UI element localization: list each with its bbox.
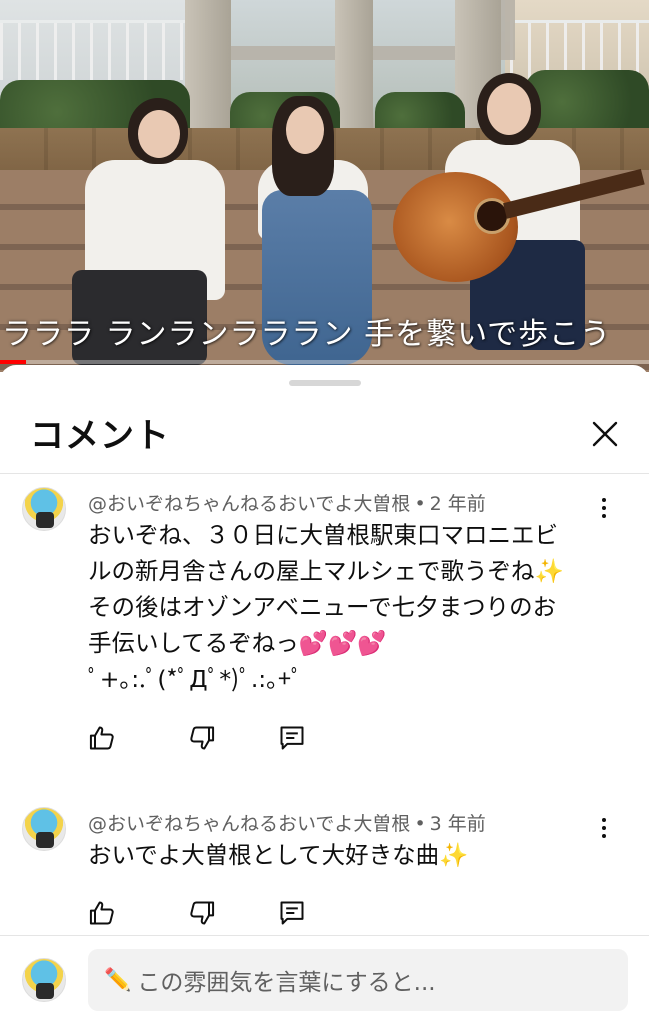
avatar[interactable] [22, 807, 66, 851]
close-icon [592, 421, 618, 447]
comment-author[interactable]: @おいぞねちゃんねるおいでよ大曽根 [88, 813, 410, 835]
thumbs-up-icon [89, 726, 114, 750]
railing [0, 20, 185, 80]
pillar [335, 0, 373, 130]
comment-input-placeholder: この雰囲気を言葉にすると... [137, 970, 436, 996]
lyrics-caption: ラララ ランランラララン 手を繋いで歩こう [2, 317, 612, 352]
reply-button[interactable] [278, 724, 306, 752]
comment-time: 3 年前 [429, 813, 486, 835]
dislike-button[interactable] [188, 724, 216, 752]
close-button[interactable] [584, 413, 626, 455]
comment-line: その後はオゾンアベニューで七夕まつりのお [88, 593, 557, 621]
video-player[interactable]: ラララ ランランラララン 手を繋いで歩こう [0, 0, 649, 372]
progress-bar-fill [0, 360, 26, 364]
comment-input[interactable]: ✏️ この雰囲気を言葉にすると... [88, 949, 628, 1011]
comment-actions [88, 899, 318, 929]
dislike-button[interactable] [188, 899, 216, 927]
avatar[interactable] [22, 487, 66, 531]
comment-time: 2 年前 [429, 493, 486, 515]
thumbs-down-icon [190, 726, 215, 750]
comment-text: おいぞね、３０日に大曽根駅東口マロニエビ ルの新月舎さんの屋上マルシェで歌うぞね… [88, 517, 598, 697]
reply-icon [280, 901, 304, 925]
thumbs-up-icon [89, 901, 114, 925]
drag-handle[interactable] [289, 380, 361, 386]
divider [0, 473, 649, 474]
my-avatar [22, 958, 66, 1002]
comment-line: 手伝いしてるぞねっ💕💕💕 [88, 629, 387, 657]
comment-item: @おいぞねちゃんねるおいでよ大曽根 • 3 年前 おいでよ大曽根として大好きな曲✨ [0, 803, 649, 933]
comment-line: おいぞね、３０日に大曽根駅東口マロニエビ [88, 521, 558, 549]
reply-icon [280, 726, 304, 750]
pencil-icon: ✏️ [104, 967, 132, 993]
pillar [185, 0, 231, 140]
comment-meta: @おいぞねちゃんねるおいでよ大曽根 • 2 年前 [88, 493, 486, 515]
comment-meta: @おいぞねちゃんねるおいでよ大曽根 • 3 年前 [88, 813, 486, 835]
like-button[interactable] [88, 899, 116, 927]
comment-actions [88, 724, 318, 754]
comment-author[interactable]: @おいぞねちゃんねるおいでよ大曽根 [88, 493, 410, 515]
comment-line: おいでよ大曽根として大好きな曲✨ [88, 841, 469, 869]
comments-sheet: コメント @おいぞねちゃんねるおいでよ大曽根 • 2 年前 おいぞね、３０日に大曽根… [0, 365, 649, 1024]
like-button[interactable] [88, 724, 116, 752]
reply-button[interactable] [278, 899, 306, 927]
comment-line: ルの新月舎さんの屋上マルシェで歌うぞね✨ [88, 557, 564, 585]
sheet-title: コメント [30, 416, 170, 456]
comment-text: おいでよ大曽根として大好きな曲✨ [88, 837, 598, 873]
divider [0, 935, 649, 936]
comment-line: ﾟ+｡:.ﾟ(*ﾟДﾟ*)ﾟ.:｡+ﾟ [88, 665, 303, 693]
progress-bar[interactable] [0, 360, 649, 364]
thumbs-down-icon [190, 901, 215, 925]
comment-item: @おいぞねちゃんねるおいでよ大曽根 • 2 年前 おいぞね、３０日に大曽根駅東口マロ… [0, 483, 649, 773]
